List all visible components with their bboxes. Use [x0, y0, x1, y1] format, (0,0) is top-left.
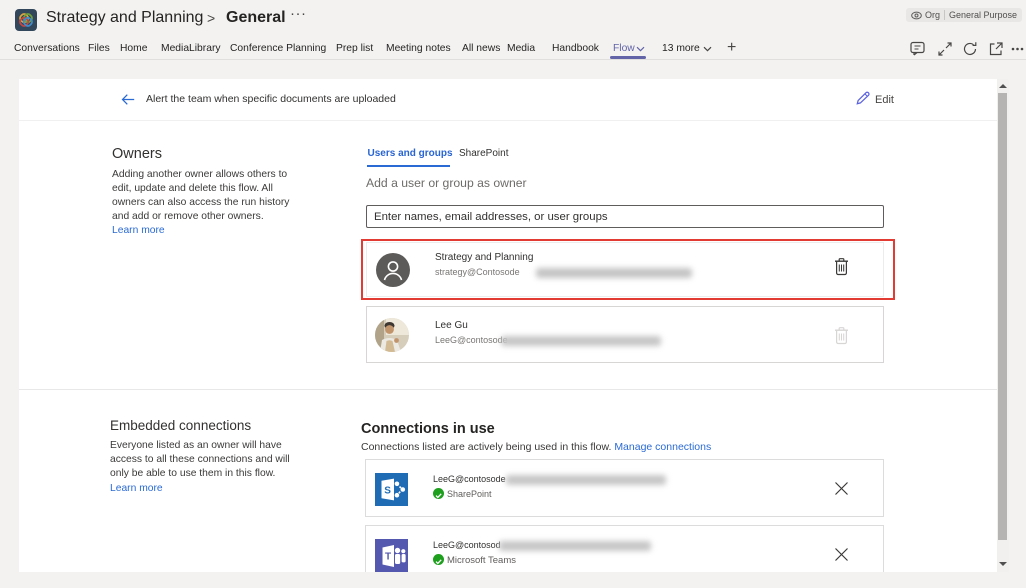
svg-text:T: T — [385, 552, 391, 563]
svg-text:S: S — [384, 486, 391, 497]
